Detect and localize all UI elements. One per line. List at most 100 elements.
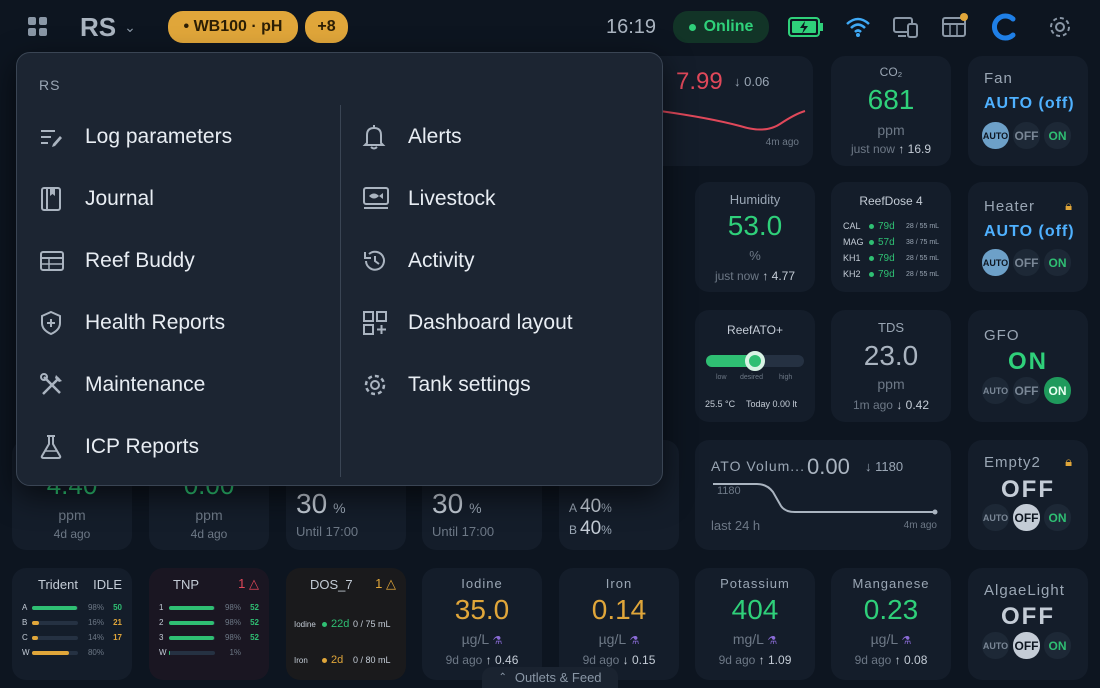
menu-label-dashboard-layout: Dashboard layout [408, 311, 573, 334]
dos7-alert-count: 1 [375, 576, 383, 591]
fan-on[interactable]: ON [1044, 122, 1071, 149]
gfo-off[interactable]: OFF [1013, 377, 1040, 404]
reefato-level-bar[interactable] [706, 351, 804, 371]
grid-plus-icon [362, 310, 398, 336]
battery-icon[interactable] [788, 16, 824, 38]
doser-row: A 98% 50 [22, 600, 126, 615]
algaelight-toggle[interactable]: AUTO OFF ON [982, 632, 1071, 659]
reefdose-row-days: 79d [878, 252, 895, 264]
menu-divider [340, 105, 341, 477]
fan-auto[interactable]: AUTO [982, 122, 1009, 149]
dos7-card[interactable]: DOS_7 1 △ Iodine 22d 0 / 75 mL Iron 2d 0 / 80… [286, 568, 406, 680]
tnp-card[interactable]: TNP 1 △ 1 98% 52 2 98% 52 3 98% 52 W 1% [149, 568, 269, 680]
more-tanks-pill[interactable]: +8 [305, 11, 348, 43]
potassium-card[interactable]: Potassium 404 mg/L ⚗ 9d ago ↑ 1.09 [695, 568, 815, 680]
empty2-toggle[interactable]: AUTO OFF ON [982, 504, 1071, 531]
potassium-flask-icon: ⚗ [767, 635, 778, 647]
reefdose-rows: CAL 79d 28 / 55 mL MAG 57d 38 / 75 mL KH1 79d 28… [843, 218, 949, 282]
ato-volume-card[interactable]: ATO Volum... 0.00 ↓ 1180 1180 last 24 h … [695, 440, 951, 550]
light1-number: 30 [296, 488, 328, 519]
site-selector[interactable]: RS ⌄ [80, 12, 136, 43]
brand-logo-icon[interactable] [990, 12, 1020, 42]
heater-off[interactable]: OFF [1013, 249, 1040, 276]
flask-small-icon: ⚗ [492, 635, 503, 647]
menu-item-tank-settings[interactable]: Tank settings [362, 365, 531, 405]
reefdose-card[interactable]: ReefDose 4 CAL 79d 28 / 55 mL MAG 57d 38 / 75… [831, 182, 951, 292]
menu-item-activity[interactable]: Activity [362, 241, 475, 281]
menu-item-reef-buddy[interactable]: Reef Buddy [39, 241, 195, 281]
iodine-card[interactable]: Iodine 35.0 µg/L ⚗ 9d ago ↑ 0.46 [422, 568, 542, 680]
algaelight-title: AlgaeLight [984, 582, 1065, 599]
empty2-card[interactable]: Empty2 🔒︎ OFF AUTO OFF ON [968, 440, 1088, 550]
heater-toggle[interactable]: AUTO OFF ON [982, 249, 1071, 276]
param-a-unit: ppm [58, 507, 86, 523]
reefato-level-knob[interactable] [745, 351, 765, 371]
reefdose-row-days: 57d [878, 236, 895, 248]
wifi-icon[interactable] [844, 14, 872, 40]
tds-ago: 1m ago ↓ 0.42 [831, 398, 951, 412]
reefdose-row-volume: 38 / 75 mL [906, 238, 940, 246]
doser-bar-fill [169, 605, 215, 610]
menu-item-journal[interactable]: Journal [39, 179, 154, 219]
empty2-auto[interactable]: AUTO [982, 504, 1009, 531]
menu-item-icp-reports[interactable]: ICP Reports [39, 427, 199, 467]
gfo-card[interactable]: GFO ON AUTO OFF ON [968, 310, 1088, 422]
reefato-card[interactable]: ReefATO+ low desired high 25.5 °C Today … [695, 310, 815, 422]
iron-card[interactable]: Iron 0.14 µg/L ⚗ 9d ago ↓ 0.15 [559, 568, 679, 680]
clock: 16:19 [606, 16, 657, 38]
gfo-toggle[interactable]: AUTO OFF ON [982, 377, 1071, 404]
fan-off[interactable]: OFF [1013, 122, 1040, 149]
menu-item-health-reports[interactable]: Health Reports [39, 303, 225, 343]
heater-on[interactable]: ON [1044, 249, 1071, 276]
tnp-alert-count: 1 [238, 576, 246, 591]
doser-row-value: 52 [250, 633, 259, 642]
doser-row-value: 21 [113, 618, 122, 627]
menu-item-livestock[interactable]: Livestock [362, 179, 496, 219]
tds-unit: ppm [877, 376, 905, 392]
empty2-off[interactable]: OFF [1013, 504, 1040, 531]
algaelight-on[interactable]: ON [1044, 632, 1071, 659]
tnp-rows: 1 98% 52 2 98% 52 3 98% 52 W 1% [159, 600, 263, 660]
devices-icon[interactable] [892, 14, 920, 40]
heater-auto[interactable]: AUTO [982, 249, 1009, 276]
gfo-on[interactable]: ON [1044, 377, 1071, 404]
outlets-feed-tab[interactable]: ⌃ Outlets & Feed [482, 667, 618, 688]
humidity-ago: just now ↑ 4.77 [695, 269, 815, 283]
doser-bar-track [32, 635, 78, 640]
manganese-delta: ↑ 0.08 [894, 653, 928, 667]
empty2-on[interactable]: ON [1044, 504, 1071, 531]
reefato-title: ReefATO+ [727, 323, 783, 337]
settings-gear-icon[interactable] [1046, 13, 1074, 41]
fan-toggle[interactable]: AUTO OFF ON [982, 122, 1071, 149]
manganese-card[interactable]: Manganese 0.23 µg/L ⚗ 9d ago ↑ 0.08 [831, 568, 951, 680]
menu-item-maintenance[interactable]: Maintenance [39, 365, 205, 405]
doser-bar-track [169, 650, 215, 655]
dos7-rows: Iodine 22d 0 / 75 mL Iron 2d 0 / 80 mL [294, 606, 402, 678]
menu-label-maintenance: Maintenance [85, 373, 206, 396]
doser-row-name: W [22, 648, 30, 657]
heater-card[interactable]: Heater 🔒︎ AUTO (off) AUTO OFF ON [968, 182, 1088, 292]
fan-card[interactable]: Fan AUTO (off) AUTO OFF ON [968, 56, 1088, 166]
doser-row-name: B [22, 618, 28, 627]
calendar-notification-icon[interactable] [940, 12, 970, 40]
empty2-lock-icon: 🔒︎ [1065, 454, 1072, 469]
iodine-ago-text: 9d ago [445, 653, 483, 667]
ab-a-row: A 40% [569, 496, 612, 518]
menu-item-dashboard-layout[interactable]: Dashboard layout [362, 303, 573, 343]
tank-pill[interactable]: • WB100 · pH [168, 11, 298, 43]
potassium-value: 404 [731, 594, 779, 625]
light1-until: Until 17:00 [296, 524, 359, 539]
co2-card[interactable]: CO₂ 681 ppm just now ↑ 16.9 [831, 56, 951, 166]
tds-card[interactable]: TDS 23.0 ppm 1m ago ↓ 0.42 [831, 310, 951, 422]
doser-bar-track [169, 635, 215, 640]
menu-item-log-parameters[interactable]: Log parameters [39, 117, 232, 157]
algaelight-auto[interactable]: AUTO [982, 632, 1009, 659]
humidity-card[interactable]: Humidity 53.0 % just now ↑ 4.77 [695, 182, 815, 292]
algaelight-off[interactable]: OFF [1013, 632, 1040, 659]
gfo-auto[interactable]: AUTO [982, 377, 1009, 404]
algaelight-card[interactable]: AlgaeLight OFF AUTO OFF ON [968, 568, 1088, 680]
reefato-high: high [779, 374, 793, 381]
trident-card[interactable]: Trident IDLE A 98% 50 B 16% 21 C 14% 17 W 80% [12, 568, 132, 680]
apps-grid-icon[interactable] [26, 15, 50, 39]
menu-item-alerts[interactable]: Alerts [362, 117, 462, 157]
